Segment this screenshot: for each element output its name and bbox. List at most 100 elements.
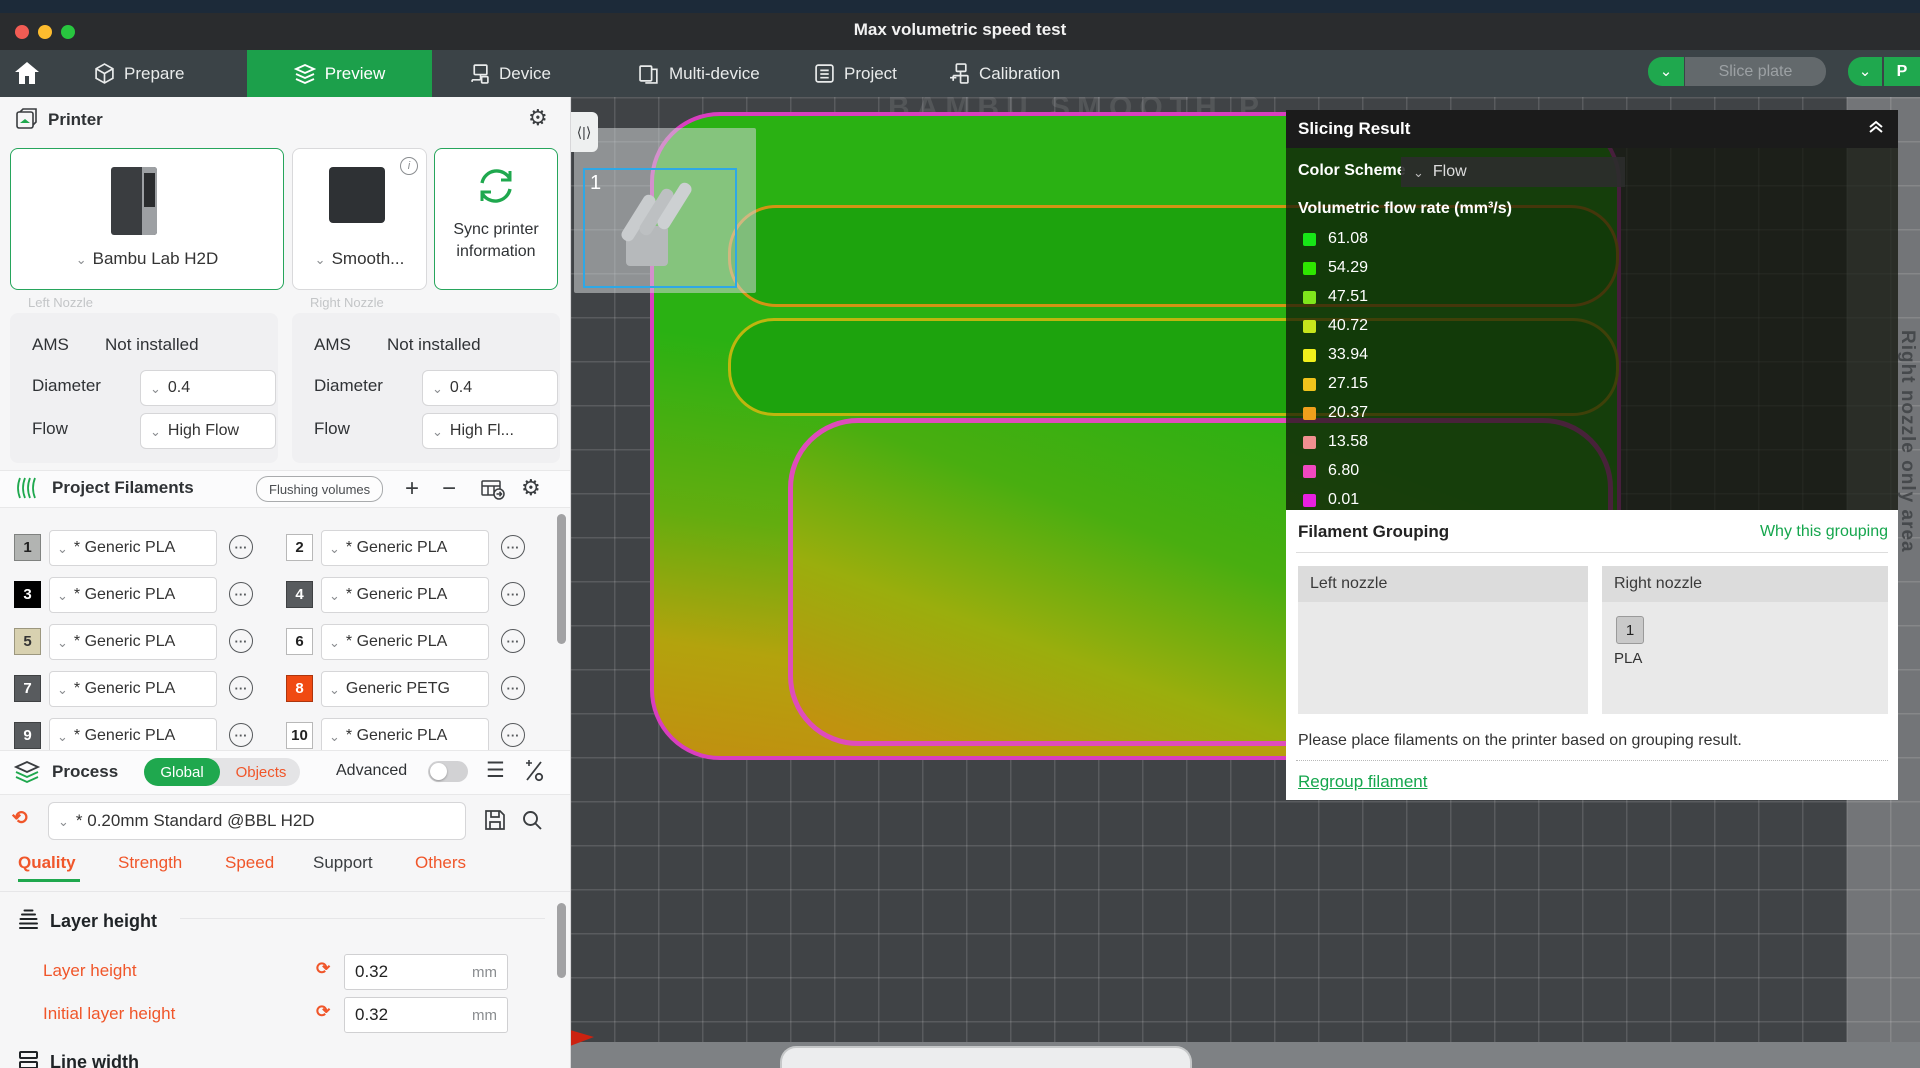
filament-swatch[interactable]: 6 bbox=[286, 628, 313, 655]
filament-chip[interactable]: 1 bbox=[1616, 616, 1644, 644]
toggle-knob bbox=[430, 763, 447, 780]
unit-label: mm bbox=[472, 964, 497, 981]
panel-collapse-button[interactable]: ⟨|⟩ bbox=[570, 112, 598, 152]
legend-row: 0.01 bbox=[1303, 491, 1359, 509]
tab-support[interactable]: Support bbox=[313, 853, 373, 873]
filament-dropdown[interactable]: ⌄* Generic PLA bbox=[321, 530, 489, 566]
sync-printer-button[interactable]: Sync printer information bbox=[434, 148, 558, 290]
filament-swatch[interactable]: 4 bbox=[286, 581, 313, 608]
reset-value-icon[interactable]: ⟳ bbox=[316, 1002, 330, 1022]
filament-settings-gear-icon[interactable]: ⚙ bbox=[521, 477, 541, 499]
advanced-toggle[interactable] bbox=[428, 761, 468, 782]
layer-height-input[interactable]: 0.32 mm bbox=[344, 954, 508, 990]
filament-dropdown[interactable]: ⌄* Generic PLA bbox=[49, 671, 217, 707]
filament-swatch[interactable]: 1 bbox=[14, 534, 41, 561]
filament-more-button[interactable]: ··· bbox=[501, 676, 525, 700]
tab-device[interactable]: Device bbox=[455, 50, 565, 97]
home-icon[interactable] bbox=[14, 61, 40, 90]
filament-more-button[interactable]: ··· bbox=[229, 629, 253, 653]
filament-swatch[interactable]: 8 bbox=[286, 675, 313, 702]
chevron-down-icon: ⌄ bbox=[57, 683, 68, 696]
tab-multi-device[interactable]: Multi-device bbox=[625, 50, 774, 97]
filament-dropdown[interactable]: ⌄* Generic PLA bbox=[49, 624, 217, 660]
filament-dropdown[interactable]: ⌄* Generic PLA bbox=[321, 718, 489, 754]
tab-prepare[interactable]: Prepare bbox=[80, 50, 198, 97]
grouping-note: Please place filaments on the printer ba… bbox=[1298, 732, 1742, 750]
tab-quality[interactable]: Quality bbox=[18, 853, 76, 873]
chevron-down-icon: ⌄ bbox=[329, 589, 340, 602]
diameter-dropdown[interactable]: ⌄ 0.4 bbox=[140, 370, 276, 406]
info-icon[interactable]: i bbox=[400, 157, 418, 175]
filament-swatch[interactable]: 10 bbox=[286, 722, 313, 749]
flow-dropdown[interactable]: ⌄ High Flow bbox=[140, 413, 276, 449]
print-options-dropdown[interactable]: ⌄ bbox=[1848, 57, 1882, 86]
search-preset-icon[interactable] bbox=[520, 808, 544, 837]
regroup-filament-link[interactable]: Regroup filament bbox=[1298, 772, 1427, 792]
printer-model-dropdown[interactable]: ⌄ Bambu Lab H2D bbox=[11, 249, 283, 269]
reset-value-icon[interactable]: ⟳ bbox=[316, 959, 330, 979]
reset-preset-icon[interactable]: ⟳ bbox=[12, 807, 28, 830]
filament-more-button[interactable]: ··· bbox=[501, 629, 525, 653]
filament-dropdown[interactable]: ⌄Generic PETG bbox=[321, 671, 489, 707]
slice-options-dropdown[interactable]: ⌄ bbox=[1648, 57, 1684, 86]
filament-grouping-title: Filament Grouping bbox=[1298, 522, 1449, 542]
remove-filament-button[interactable]: − bbox=[442, 477, 456, 501]
slice-plate-button[interactable]: Slice plate bbox=[1685, 57, 1826, 86]
ams-label: AMS bbox=[32, 335, 69, 355]
scope-global-button[interactable]: Global bbox=[144, 758, 220, 786]
plate-type-card[interactable]: i ⌄ Smooth... bbox=[292, 148, 427, 290]
filament-more-button[interactable]: ··· bbox=[229, 582, 253, 606]
filament-dropdown[interactable]: ⌄* Generic PLA bbox=[49, 718, 217, 754]
save-preset-icon[interactable] bbox=[483, 808, 507, 837]
params-scrollbar[interactable] bbox=[557, 903, 566, 978]
flow-dropdown[interactable]: ⌄ High Fl... bbox=[422, 413, 558, 449]
filament-swatch[interactable]: 5 bbox=[14, 628, 41, 655]
filament-more-button[interactable]: ··· bbox=[229, 535, 253, 559]
filament-swatch[interactable]: 3 bbox=[14, 581, 41, 608]
expert-mode-icon[interactable] bbox=[522, 759, 546, 788]
layer-height-group-header: Layer height bbox=[16, 908, 157, 935]
scope-objects-button[interactable]: Objects bbox=[222, 758, 300, 786]
filament-more-button[interactable]: ··· bbox=[501, 582, 525, 606]
plate-type-dropdown[interactable]: ⌄ Smooth... bbox=[293, 249, 426, 269]
color-scheme-dropdown[interactable]: ⌄ Flow bbox=[1401, 157, 1625, 187]
filament-scrollbar[interactable] bbox=[557, 514, 566, 644]
tab-others[interactable]: Others bbox=[415, 853, 466, 873]
filament-more-button[interactable]: ··· bbox=[229, 723, 253, 747]
diameter-dropdown[interactable]: ⌄ 0.4 bbox=[422, 370, 558, 406]
calibration-icon bbox=[949, 63, 970, 84]
filament-more-button[interactable]: ··· bbox=[501, 723, 525, 747]
collapse-panel-icon[interactable] bbox=[1866, 119, 1886, 140]
tab-project[interactable]: Project bbox=[800, 50, 911, 97]
tab-strength[interactable]: Strength bbox=[118, 853, 182, 873]
tab-preview[interactable]: Preview bbox=[247, 50, 432, 97]
why-grouping-link[interactable]: Why this grouping bbox=[1760, 523, 1888, 541]
filament-table-icon[interactable] bbox=[481, 478, 505, 505]
filament-swatch[interactable]: 2 bbox=[286, 534, 313, 561]
filament-dropdown[interactable]: ⌄* Generic PLA bbox=[49, 577, 217, 613]
chevron-down-icon: ⌄ bbox=[150, 425, 161, 438]
filament-dropdown[interactable]: ⌄* Generic PLA bbox=[321, 624, 489, 660]
filament-dropdown[interactable]: ⌄* Generic PLA bbox=[321, 577, 489, 613]
plate-thumbnail[interactable]: 1 bbox=[574, 128, 756, 293]
filament-more-button[interactable]: ··· bbox=[229, 676, 253, 700]
preset-dropdown[interactable]: ⌄ * 0.20mm Standard @BBL H2D bbox=[48, 802, 466, 840]
chevron-down-icon: ⌄ bbox=[329, 683, 340, 696]
parameter-list-icon[interactable]: ☰ bbox=[486, 760, 505, 781]
printer-model-card[interactable]: ⌄ Bambu Lab H2D bbox=[10, 148, 284, 290]
filament-swatch[interactable]: 9 bbox=[14, 722, 41, 749]
flushing-volumes-button[interactable]: Flushing volumes bbox=[256, 476, 383, 502]
tab-calibration[interactable]: Calibration bbox=[935, 50, 1074, 97]
printer-section-title: Printer bbox=[48, 110, 103, 130]
printer-settings-gear-icon[interactable]: ⚙ bbox=[528, 107, 548, 129]
sidebar: Printer ⚙ ⌄ Bambu Lab H2D i ⌄ Smooth... bbox=[0, 97, 571, 1068]
tab-speed[interactable]: Speed bbox=[225, 853, 274, 873]
list-icon bbox=[814, 63, 835, 84]
initial-layer-height-input[interactable]: 0.32 mm bbox=[344, 997, 508, 1033]
plate-front-edge bbox=[570, 1042, 1920, 1068]
filament-swatch[interactable]: 7 bbox=[14, 675, 41, 702]
add-filament-button[interactable]: + bbox=[405, 477, 419, 501]
filament-dropdown[interactable]: ⌄* Generic PLA bbox=[49, 530, 217, 566]
print-plate-button[interactable]: P bbox=[1884, 57, 1920, 86]
filament-more-button[interactable]: ··· bbox=[501, 535, 525, 559]
